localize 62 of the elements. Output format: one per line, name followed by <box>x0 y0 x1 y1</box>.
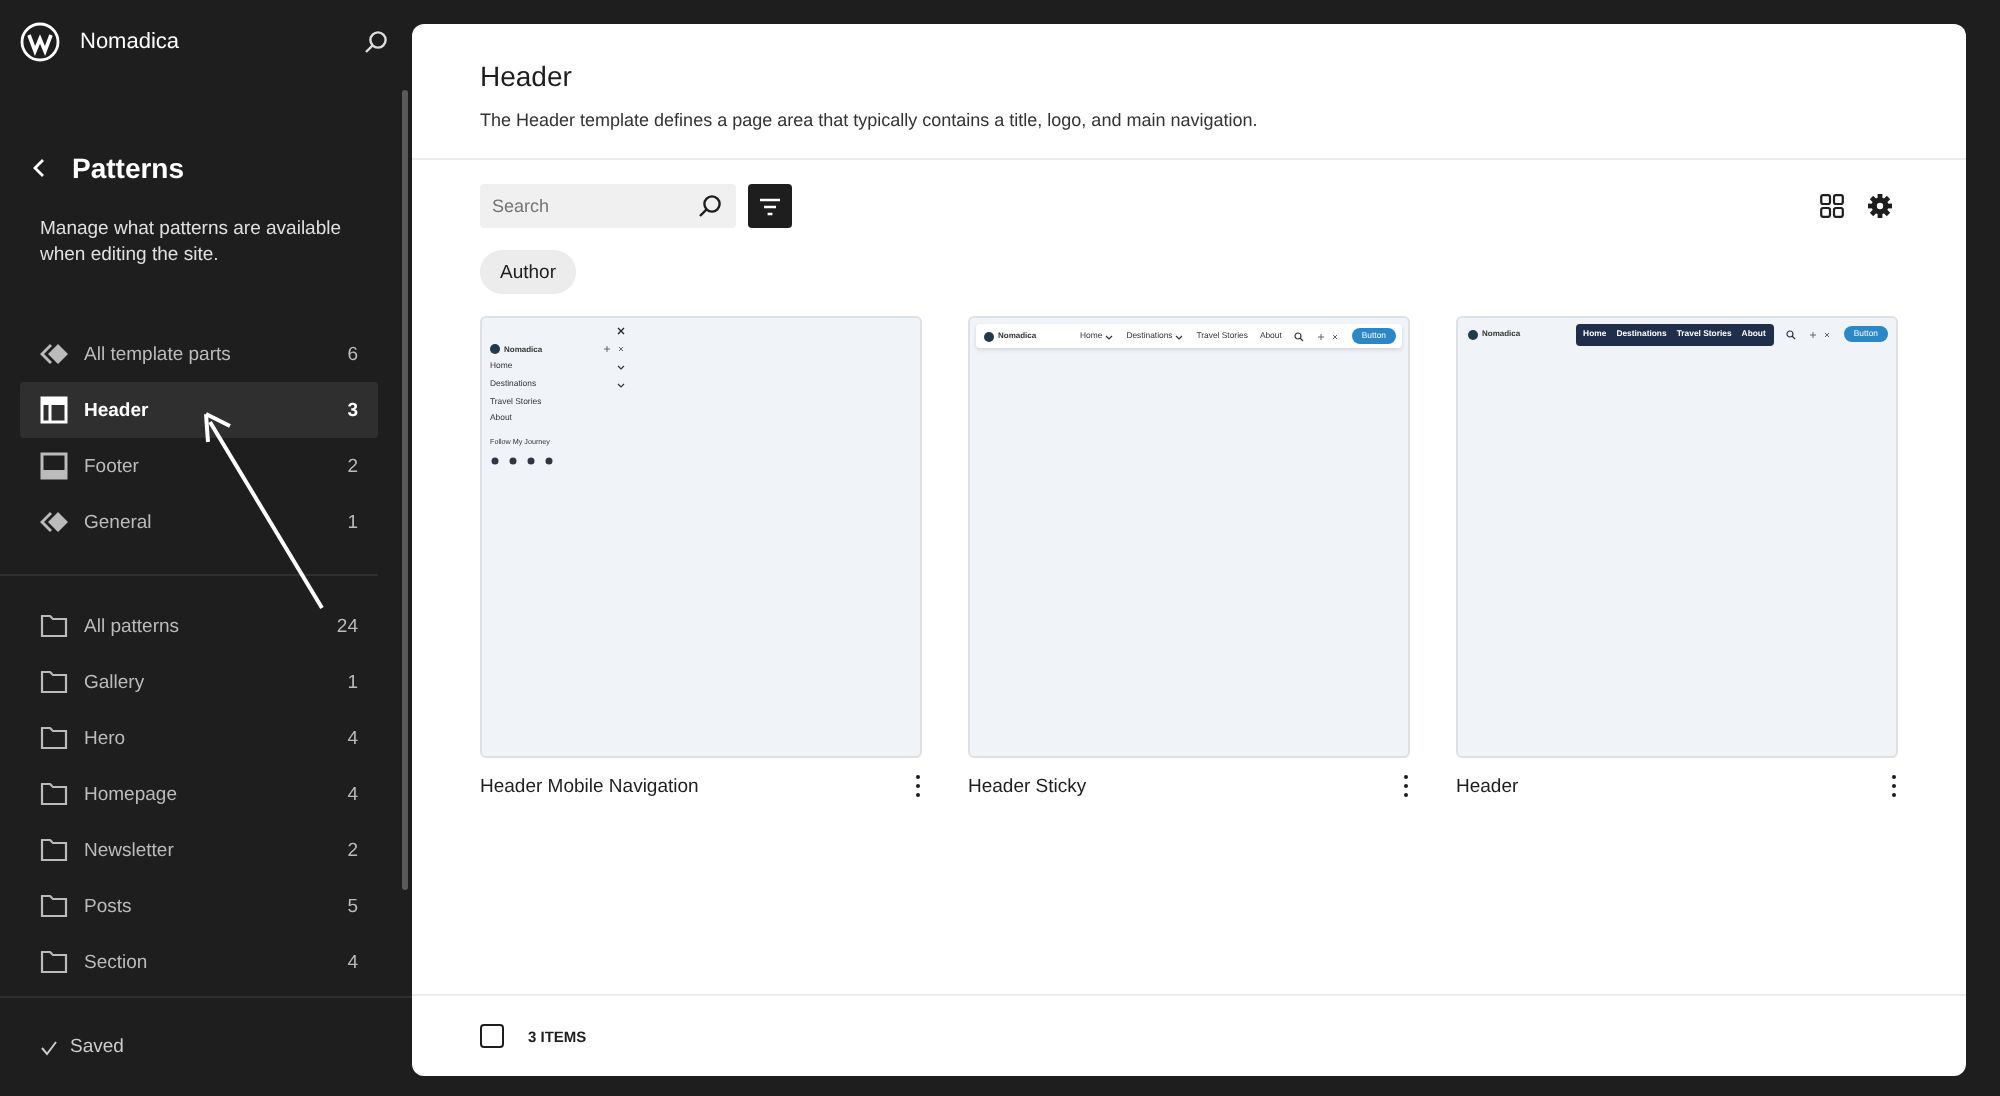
folder-icon <box>40 670 68 694</box>
settings-icon <box>1868 194 1892 218</box>
chevron-down-icon <box>1104 331 1115 341</box>
close-icon <box>1329 331 1340 341</box>
diamond-icon <box>40 342 68 366</box>
folder-icon <box>40 782 68 806</box>
folder-icon <box>40 838 68 862</box>
plus-icon <box>1807 329 1818 339</box>
logo-icon <box>490 344 500 354</box>
folder-icon <box>40 950 68 974</box>
search-icon <box>1293 331 1304 341</box>
sidebar-item[interactable]: Gallery 1 <box>20 654 378 710</box>
folder-icon <box>40 614 68 638</box>
check-icon <box>40 1039 58 1055</box>
more-options-icon[interactable] <box>914 774 922 798</box>
close-icon <box>1821 329 1832 339</box>
site-name: Nomadica <box>80 30 182 54</box>
sidebar-item[interactable]: Header 3 <box>20 382 378 438</box>
sidebar-item[interactable]: Hero 4 <box>20 710 378 766</box>
close-icon <box>616 344 626 354</box>
layout-icon <box>40 452 68 480</box>
layout-icon <box>40 396 68 424</box>
plus-icon <box>1315 331 1326 341</box>
logo-icon <box>20 22 60 62</box>
pattern-title: Header Mobile Navigation <box>480 775 701 797</box>
select-all-checkbox[interactable] <box>480 1024 504 1048</box>
pattern-title: Header Sticky <box>968 775 1089 797</box>
more-options-icon[interactable] <box>1402 774 1410 798</box>
back-chevron-icon[interactable] <box>32 158 46 178</box>
plus-icon <box>602 344 612 354</box>
diamond-icon <box>40 510 68 534</box>
sidebar-item[interactable]: Newsletter 2 <box>20 822 378 878</box>
search-icon[interactable] <box>364 30 388 54</box>
logo-icon <box>984 331 994 341</box>
sidebar-title: Patterns <box>72 152 185 184</box>
logo-icon <box>1468 329 1478 339</box>
folder-icon <box>40 894 68 918</box>
search-icon <box>698 194 722 218</box>
author-filter-chip[interactable]: Author <box>480 250 576 294</box>
more-options-icon[interactable] <box>1890 774 1898 798</box>
settings-button[interactable] <box>1862 188 1898 224</box>
sidebar-description: Manage what patterns are available when editing the site. <box>40 216 344 268</box>
page-title: Header <box>480 60 574 92</box>
save-status: Saved <box>70 1036 124 1058</box>
filter-button[interactable] <box>748 184 792 228</box>
filter-icon <box>760 197 780 215</box>
search-icon <box>1785 329 1796 339</box>
sidebar-item[interactable]: General 1 <box>20 494 378 550</box>
sidebar-item[interactable]: Homepage 4 <box>20 766 378 822</box>
folder-icon <box>40 726 68 750</box>
grid-view-button[interactable] <box>1814 188 1850 224</box>
sidebar-item[interactable]: All template parts 6 <box>20 326 378 382</box>
chevron-down-icon <box>1174 331 1185 341</box>
page-description: The Header template defines a page area that typically contains a title, logo, and main navigation. <box>480 110 1260 130</box>
grid-icon <box>1820 194 1844 218</box>
close-icon <box>616 326 626 336</box>
sidebar-item[interactable]: Footer 2 <box>20 438 378 494</box>
search-field[interactable]: Search <box>480 184 736 228</box>
pattern-title: Header <box>1456 775 1521 797</box>
sidebar-item[interactable]: Posts 5 <box>20 878 378 934</box>
sidebar-item[interactable]: Section 4 <box>20 934 378 990</box>
sidebar-item[interactable]: All patterns 24 <box>20 598 378 654</box>
